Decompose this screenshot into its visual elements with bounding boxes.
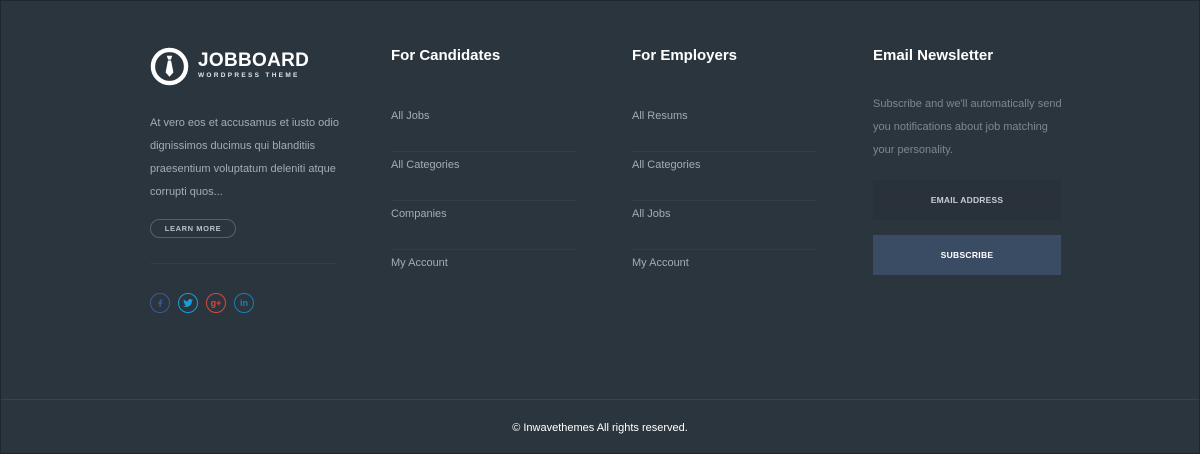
link-all-categories[interactable]: All Categories — [391, 152, 576, 201]
divider — [150, 263, 336, 264]
logo-text: JOBBOARD WORDPRESS THEME — [198, 51, 309, 81]
facebook-icon[interactable] — [150, 293, 170, 313]
subscribe-button[interactable]: SUBSCRIBE — [873, 235, 1061, 275]
newsletter-title: Email Newsletter — [873, 47, 994, 64]
logo-title: JOBBOARD — [198, 50, 310, 71]
site-logo[interactable]: JOBBOARD WORDPRESS THEME — [150, 44, 340, 88]
twitter-icon[interactable] — [178, 293, 198, 313]
google-plus-icon[interactable]: g+ — [206, 293, 226, 313]
link-all-jobs[interactable]: All Jobs — [391, 103, 576, 152]
link-my-account[interactable]: My Account — [391, 250, 576, 299]
candidates-links: All Jobs All Categories Companies My Acc… — [391, 103, 576, 299]
employers-links: All Resums All Categories All Jobs My Ac… — [632, 103, 817, 299]
employers-title: For Employers — [632, 47, 738, 64]
about-column: JOBBOARD WORDPRESS THEME At vero eos et … — [150, 41, 340, 313]
linkedin-icon[interactable]: in — [234, 293, 254, 313]
email-field[interactable] — [873, 180, 1061, 220]
footer-main: JOBBOARD WORDPRESS THEME At vero eos et … — [1, 1, 1200, 399]
social-links: g+ in — [150, 293, 340, 313]
link-all-jobs[interactable]: All Jobs — [632, 201, 817, 250]
footer-bottom: © Inwavethemes All rights reserved. — [1, 399, 1199, 454]
learn-more-button[interactable]: LEARN MORE — [150, 219, 236, 238]
newsletter-description: Subscribe and we'll automatically send y… — [873, 98, 1062, 156]
link-all-resums[interactable]: All Resums — [632, 103, 817, 152]
tie-logo-icon — [150, 47, 189, 85]
employers-column: For Employers All Resums All Categories … — [632, 41, 817, 299]
copyright-text: © Inwavethemes All rights reserved. — [512, 421, 688, 434]
newsletter-column: Email Newsletter Subscribe and we'll aut… — [873, 41, 1063, 275]
link-all-categories[interactable]: All Categories — [632, 152, 817, 201]
candidates-title: For Candidates — [391, 47, 501, 64]
about-description: At vero eos et accusamus et iusto odio d… — [150, 117, 339, 198]
link-my-account[interactable]: My Account — [632, 250, 817, 299]
logo-subtitle: WORDPRESS THEME — [198, 72, 300, 79]
link-companies[interactable]: Companies — [391, 201, 576, 250]
candidates-column: For Candidates All Jobs All Categories C… — [391, 41, 576, 299]
